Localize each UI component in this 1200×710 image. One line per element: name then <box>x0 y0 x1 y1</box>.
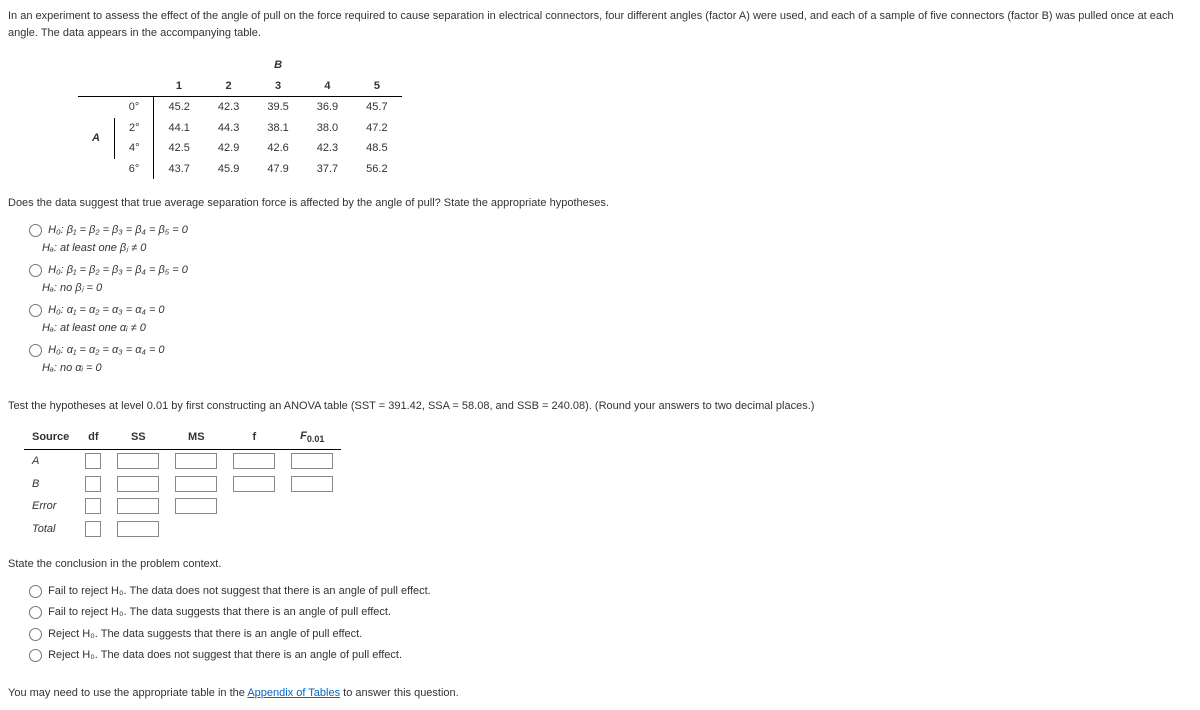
q2-text: Test the hypotheses at level 0.01 by fir… <box>8 398 1192 415</box>
anova-table: Source df SS MS f F0.01 A B Error Total <box>24 425 341 541</box>
ms-A-input[interactable] <box>175 453 217 469</box>
q3-text: State the conclusion in the problem cont… <box>8 556 1192 573</box>
F-B-input[interactable] <box>291 476 333 492</box>
intro-text: In an experiment to assess the effect of… <box>8 8 1192 41</box>
f-B-input[interactable] <box>233 476 275 492</box>
A-label: A <box>78 118 114 159</box>
df-T-input[interactable] <box>85 521 101 537</box>
B-label: B <box>253 55 302 76</box>
F-A-input[interactable] <box>291 453 333 469</box>
concl-radio-1[interactable] <box>29 585 42 598</box>
ss-B-input[interactable] <box>117 476 159 492</box>
q1-text: Does the data suggest that true average … <box>8 195 1192 212</box>
hyp-radio-4[interactable] <box>29 344 42 357</box>
data-table: B 1 2 3 4 5 0°45.242.339.536.945.7 A2°44… <box>78 55 402 179</box>
df-E-input[interactable] <box>85 498 101 514</box>
ss-E-input[interactable] <box>117 498 159 514</box>
footer-note: You may need to use the appropriate tabl… <box>8 685 1192 702</box>
concl-radio-3[interactable] <box>29 628 42 641</box>
ss-T-input[interactable] <box>117 521 159 537</box>
ms-E-input[interactable] <box>175 498 217 514</box>
hyp-radio-1[interactable] <box>29 224 42 237</box>
df-A-input[interactable] <box>85 453 101 469</box>
hyp-radio-3[interactable] <box>29 304 42 317</box>
hyp-radio-2[interactable] <box>29 264 42 277</box>
concl-radio-2[interactable] <box>29 606 42 619</box>
df-B-input[interactable] <box>85 476 101 492</box>
ss-A-input[interactable] <box>117 453 159 469</box>
conclusion-options: Fail to reject H₀. The data does not sug… <box>24 583 1192 664</box>
concl-radio-4[interactable] <box>29 649 42 662</box>
appendix-link[interactable]: Appendix of Tables <box>247 687 340 699</box>
ms-B-input[interactable] <box>175 476 217 492</box>
f-A-input[interactable] <box>233 453 275 469</box>
hypothesis-options: H₀: β₁ = β₂ = β₃ = β₄ = β₅ = 0Hₐ: at lea… <box>24 222 1192 377</box>
